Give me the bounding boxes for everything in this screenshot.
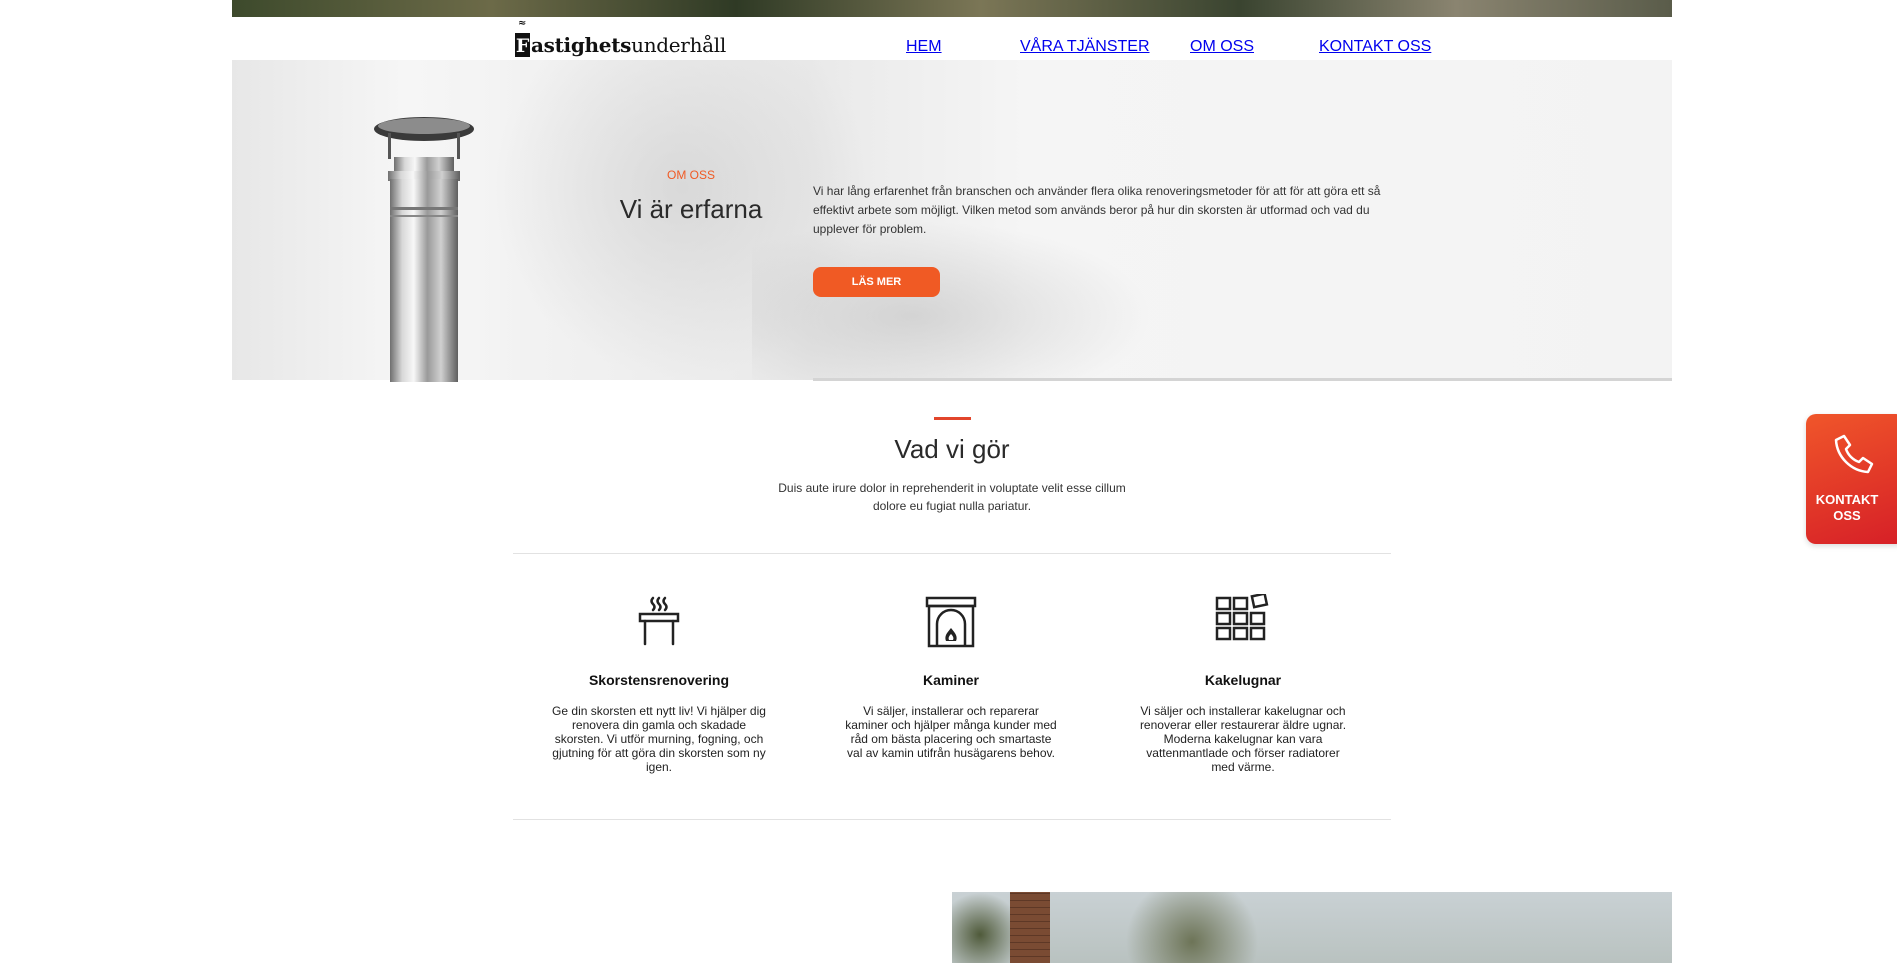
logo-mark: ≈ F <box>515 18 530 57</box>
services-divider-bottom <box>513 819 1391 820</box>
about-eyebrow: OM OSS <box>666 168 715 182</box>
service-title: Skorstensrenovering <box>588 672 730 688</box>
chimney-icon <box>638 596 680 646</box>
section-accent-line <box>934 417 971 420</box>
about-title: Vi är erfarna <box>619 194 763 224</box>
about-underline <box>813 378 1672 381</box>
nav-item-kontakt-oss[interactable]: KONTAKT OSS <box>1319 38 1431 56</box>
about-text: Vi har lång erfarenhet från branschen oc… <box>813 184 1381 236</box>
fireplace-icon <box>925 596 977 648</box>
nav-item-vara-tjanster[interactable]: VÅRA TJÄNSTER <box>1020 38 1150 56</box>
service-card-kaminer: Kaminer Vi säljer, installerar och repar… <box>836 594 1066 760</box>
phone-icon <box>1834 434 1874 474</box>
site-header <box>232 17 1672 60</box>
site-logo[interactable]: ≈ F astighets underhåll <box>515 17 726 57</box>
logo-bold-text: astighets <box>531 33 632 57</box>
logo-steam-icon: ≈ <box>518 18 527 29</box>
service-text: Vi säljer, installerar och reparerar kam… <box>845 704 1057 760</box>
service-text: Vi säljer och installerar kakelugnar och… <box>1139 704 1347 774</box>
header-background-image <box>232 0 1672 17</box>
services-divider-top <box>513 553 1391 554</box>
chimney-image <box>374 117 474 382</box>
service-title: Kaminer <box>922 672 980 688</box>
nav-item-om-oss[interactable]: OM OSS <box>1190 38 1254 56</box>
floating-contact-button[interactable]: KONTAKT OSS <box>1806 414 1897 544</box>
logo-regular-text: underhåll <box>631 33 726 57</box>
services-subtitle: Duis aute irure dolor in reprehenderit i… <box>778 481 1126 513</box>
service-text: Ge din skorsten ett nytt liv! Vi hjälper… <box>552 704 766 774</box>
service-card-kakelugnar: Kakelugnar Vi säljer och installerar kak… <box>1128 594 1358 774</box>
tiles-icon <box>1215 594 1269 641</box>
read-more-button[interactable]: LÄS MER <box>813 267 940 297</box>
bottom-chimney-image <box>952 892 1672 963</box>
floating-contact-label: KONTAKT OSS <box>1815 492 1879 523</box>
service-title: Kakelugnar <box>1204 672 1282 688</box>
nav-item-hem[interactable]: HEM <box>906 38 942 56</box>
services-title: Vad vi gör <box>894 434 1010 464</box>
service-card-skorstensrenovering: Skorstensrenovering Ge din skorsten ett … <box>544 594 774 774</box>
